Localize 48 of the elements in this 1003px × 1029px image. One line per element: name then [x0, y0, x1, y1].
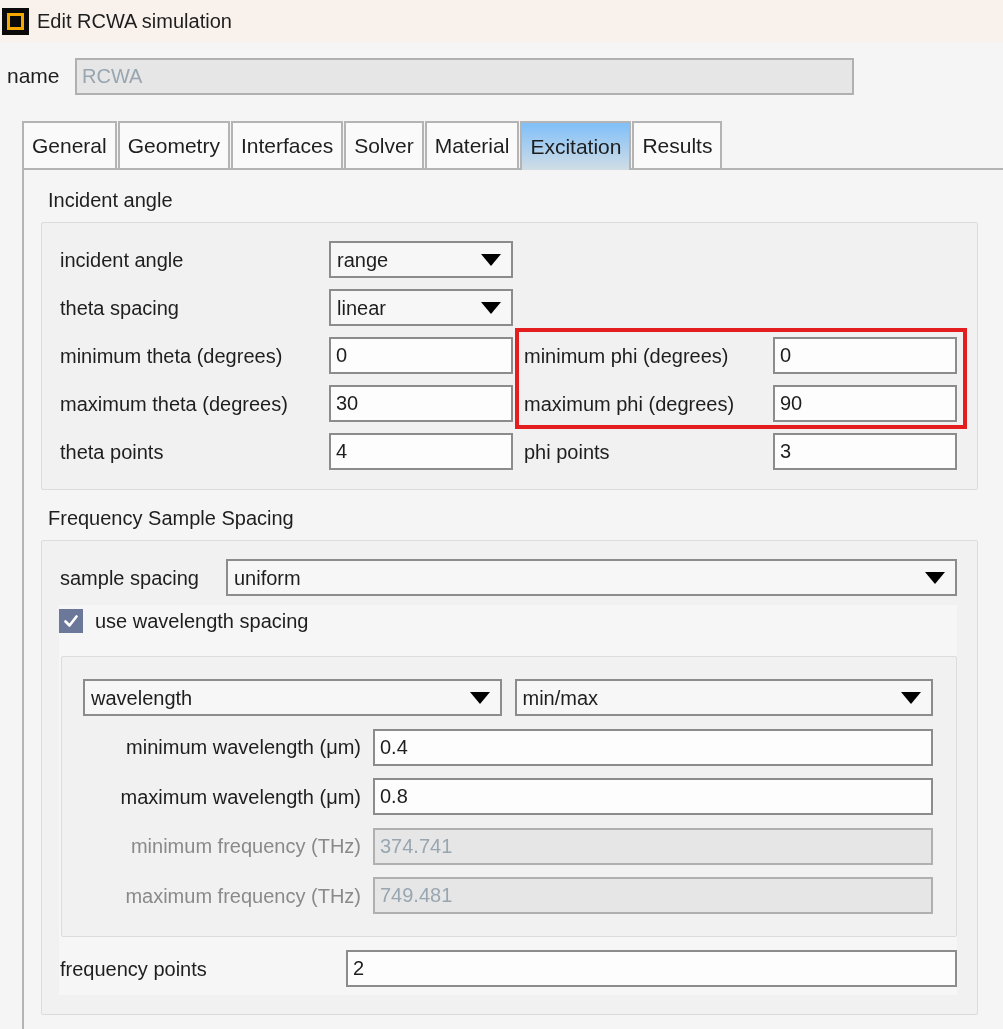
field-label: minimum frequency (THz) — [130, 834, 361, 859]
text-field[interactable]: 90 — [773, 385, 957, 422]
text-field[interactable]: 30 — [329, 385, 513, 422]
field-label: maximum phi (degrees) — [524, 391, 736, 417]
dropdown-caret-icon — [481, 301, 501, 314]
text-field[interactable]: 3 — [773, 433, 957, 470]
tab[interactable]: Excitation — [520, 121, 632, 170]
dropdown-caret-icon — [901, 691, 921, 704]
field-label: minimum theta (degrees) — [60, 343, 284, 369]
tab[interactable]: General — [22, 121, 117, 168]
field-label: incident angle — [60, 247, 185, 273]
text-field[interactable]: 0.8 — [373, 778, 933, 815]
field-label: frequency points — [60, 956, 208, 982]
checkmark-icon — [64, 615, 78, 627]
field-label: minimum wavelength (μm) — [126, 735, 361, 760]
field-label: use wavelength spacing — [95, 609, 309, 634]
field-label: maximum wavelength (μm) — [120, 784, 361, 810]
field-label: name — [7, 63, 61, 90]
field-label: minimum phi (degrees) — [524, 343, 730, 369]
text-field[interactable]: 4 — [329, 433, 513, 470]
dropdown-caret-icon — [469, 691, 490, 704]
field-label: maximum theta (degrees) — [60, 391, 289, 417]
field-label: theta points — [60, 439, 165, 465]
field-label: theta spacing — [60, 295, 180, 321]
dropdown-caret-icon — [481, 253, 501, 266]
dropdown-caret-icon — [925, 571, 945, 584]
section-heading: Frequency Sample Spacing — [48, 506, 294, 531]
dropdown[interactable]: linear — [329, 289, 513, 326]
dropdown[interactable]: range — [329, 241, 513, 278]
dropdown[interactable]: min/max — [514, 679, 933, 716]
checkbox[interactable] — [59, 609, 83, 633]
field-label: phi points — [524, 439, 611, 465]
section-heading: Incident angle — [48, 188, 173, 213]
field-label: maximum frequency (THz) — [125, 883, 361, 909]
tab[interactable]: Results — [632, 121, 723, 168]
tab[interactable]: Material — [424, 121, 520, 168]
text-field[interactable]: 0 — [773, 337, 957, 374]
tab[interactable]: Interfaces — [230, 121, 344, 168]
text-field[interactable]: 2 — [346, 950, 957, 987]
tab[interactable]: Solver — [344, 121, 424, 168]
dropdown[interactable]: wavelength — [83, 679, 502, 716]
text-field[interactable]: 0 — [329, 337, 513, 374]
window-title: Edit RCWA simulation — [37, 9, 232, 34]
square-frame-icon — [2, 7, 29, 35]
tab[interactable]: Geometry — [117, 121, 230, 168]
text-field[interactable]: 0.4 — [373, 728, 933, 766]
field-label: sample spacing — [60, 565, 200, 591]
dropdown[interactable]: uniform — [226, 559, 957, 596]
